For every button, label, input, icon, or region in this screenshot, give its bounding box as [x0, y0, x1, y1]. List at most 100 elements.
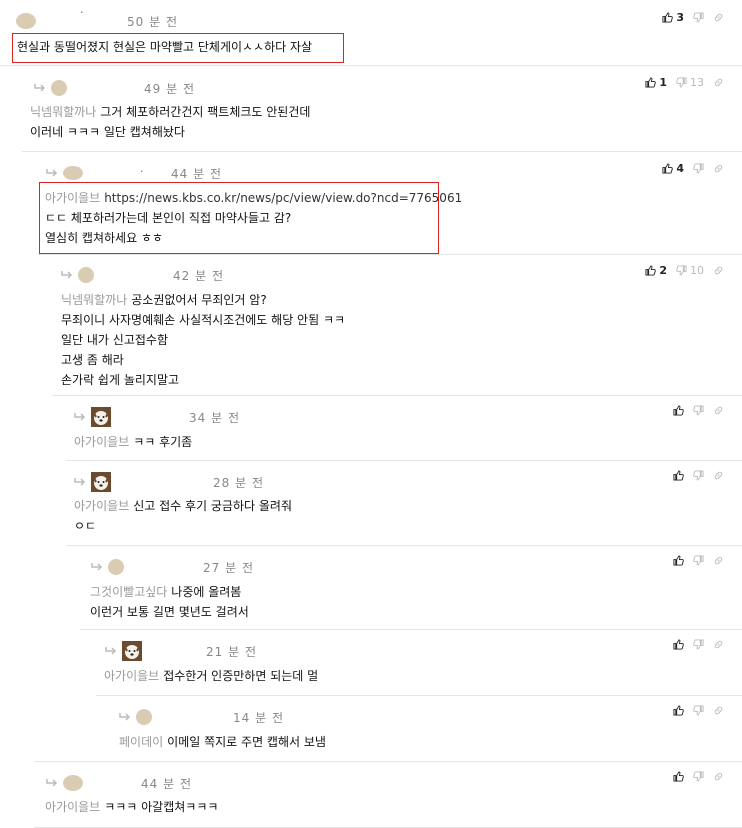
mentioned-nickname[interactable]: 닉넴뭐할까나	[61, 293, 127, 307]
mentioned-nickname[interactable]: 아가이을브	[74, 435, 129, 449]
dislike-count: 10	[690, 264, 704, 277]
link-button[interactable]	[713, 470, 724, 481]
comment-item: · 50 분 전 3 현실과 동떨어졌지 현실은 마약빨고 단체게이ㅅㅅ하다 자…	[0, 0, 742, 66]
comment-item: . 44 분 전 4 아가이을브 https://news.kbs.co.kr/n…	[0, 152, 742, 255]
like-button[interactable]	[673, 405, 684, 416]
comment-actions	[664, 771, 724, 782]
avatar[interactable]	[108, 559, 124, 575]
avatar[interactable]	[16, 13, 36, 29]
avatar[interactable]	[122, 641, 142, 661]
reply-arrow-icon	[45, 778, 59, 788]
thumbs-up-icon	[645, 77, 656, 88]
link-button[interactable]	[713, 771, 724, 782]
mentioned-nickname[interactable]: 아가이을브	[104, 669, 159, 683]
comment-body: 아가이을브 ㅋㅋㅋ 아갈캡쳐ㅋㅋㅋ	[45, 797, 218, 817]
dot-mark: ·	[80, 6, 84, 19]
comment-header	[33, 77, 67, 99]
mentioned-nickname[interactable]: 닉넴뭐할까나	[30, 105, 96, 119]
thumbs-down-icon	[693, 639, 704, 650]
like-button[interactable]: 1	[645, 76, 667, 89]
mentioned-nickname[interactable]: 아가이을브	[45, 800, 100, 814]
like-button[interactable]	[673, 470, 684, 481]
comment-line: ㅇㄷ	[74, 516, 292, 536]
reply-arrow-icon	[33, 83, 47, 93]
mentioned-nickname[interactable]: 페이데이	[119, 735, 163, 749]
thumbs-up-icon	[673, 771, 684, 782]
like-button[interactable]: 3	[662, 11, 684, 24]
like-button[interactable]	[673, 705, 684, 716]
dislike-button[interactable]	[693, 405, 704, 416]
avatar[interactable]	[91, 407, 111, 427]
link-button[interactable]	[713, 639, 724, 650]
comment-actions	[664, 555, 724, 566]
comment-text: ㄷㄷ 체포하러가는데 본인이 직접 마약사들고 감?	[45, 211, 292, 225]
dislike-count: 13	[690, 76, 704, 89]
comment-line: 아가이을브 https://news.kbs.co.kr/news/pc/view…	[45, 188, 462, 208]
comment-header	[104, 640, 142, 662]
comment-header	[45, 772, 83, 794]
avatar[interactable]	[78, 267, 94, 283]
dislike-button[interactable]: 13	[676, 76, 704, 89]
comment-text: 일단 내가 신고접수함	[61, 333, 168, 347]
avatar[interactable]	[51, 80, 67, 96]
mentioned-nickname[interactable]: 그것이빨고싶다	[90, 585, 167, 599]
comment-body: 아가이을브 https://news.kbs.co.kr/news/pc/view…	[45, 188, 462, 248]
dislike-button[interactable]	[693, 705, 704, 716]
like-button[interactable]	[673, 639, 684, 650]
comment-line: ㄷㄷ 체포하러가는데 본인이 직접 마약사들고 감?	[45, 208, 462, 228]
like-button[interactable]	[673, 771, 684, 782]
comment-line: 아가이을브 접수한거 인증만하면 되는데 멀	[104, 666, 318, 686]
news-link[interactable]: https://news.kbs.co.kr/news/pc/view/view…	[104, 191, 462, 205]
dislike-button[interactable]: 10	[676, 264, 704, 277]
comment-line: 아가이을브 신고 접수 후기 궁금하다 올려줘	[74, 496, 292, 516]
mentioned-nickname[interactable]: 아가이을브	[45, 191, 100, 205]
link-button[interactable]	[713, 405, 724, 416]
timestamp: 34 분 전	[189, 411, 240, 425]
link-button[interactable]	[713, 265, 724, 276]
link-button[interactable]	[713, 12, 724, 23]
dot-mark: .	[140, 162, 144, 175]
comment-text: ㅋㅋㅋ 아갈캡쳐ㅋㅋㅋ	[104, 800, 219, 814]
link-button[interactable]	[713, 555, 724, 566]
thumbs-up-icon	[673, 555, 684, 566]
dislike-button[interactable]	[693, 555, 704, 566]
avatar[interactable]	[63, 775, 83, 791]
comment-header	[90, 556, 124, 578]
like-button[interactable]: 4	[662, 162, 684, 175]
like-button[interactable]: 2	[645, 264, 667, 277]
avatar[interactable]	[91, 472, 111, 492]
link-icon	[713, 77, 724, 88]
dislike-button[interactable]	[693, 771, 704, 782]
comment-text: 이메일 쪽지로 주면 캡해서 보냄	[167, 735, 326, 749]
thumbs-up-icon	[673, 470, 684, 481]
comment-item: 27 분 전 그것이빨고싶다 나중에 올려봄 이런거 보통 길면 몇년도 걸려서	[0, 546, 742, 630]
link-button[interactable]	[713, 77, 724, 88]
dislike-button[interactable]	[693, 163, 704, 174]
like-button[interactable]	[673, 555, 684, 566]
thumbs-down-icon	[676, 265, 687, 276]
link-icon	[713, 470, 724, 481]
mentioned-nickname[interactable]: 아가이을브	[74, 499, 129, 513]
comment-actions	[664, 470, 724, 481]
like-count: 3	[676, 11, 684, 24]
link-button[interactable]	[713, 163, 724, 174]
avatar[interactable]	[63, 166, 83, 180]
link-icon	[713, 405, 724, 416]
comment-header	[73, 406, 111, 428]
timestamp: 44 분 전	[141, 777, 192, 791]
comment-actions: 3	[653, 11, 724, 24]
like-count: 1	[659, 76, 667, 89]
link-button[interactable]	[713, 705, 724, 716]
dislike-button[interactable]	[693, 470, 704, 481]
comment-item: 34 분 전 아가이을브 ㅋㅋ 후기좀	[0, 396, 742, 461]
comment-body: 아가이을브 ㅋㅋ 후기좀	[74, 432, 192, 452]
dislike-button[interactable]	[693, 639, 704, 650]
avatar[interactable]	[136, 709, 152, 725]
comment-body: 닉넴뭐할까나 그거 체포하러간건지 팩트체크도 안된건데 이러네 ㅋㅋㅋ 일단 캡…	[30, 102, 310, 142]
comment-line: 닉넴뭐할까나 공소권없어서 무죄인거 암?	[61, 290, 345, 310]
dislike-button[interactable]	[693, 12, 704, 23]
dog-avatar-icon	[122, 641, 142, 661]
link-icon	[713, 771, 724, 782]
link-icon	[713, 555, 724, 566]
thumbs-down-icon	[693, 771, 704, 782]
